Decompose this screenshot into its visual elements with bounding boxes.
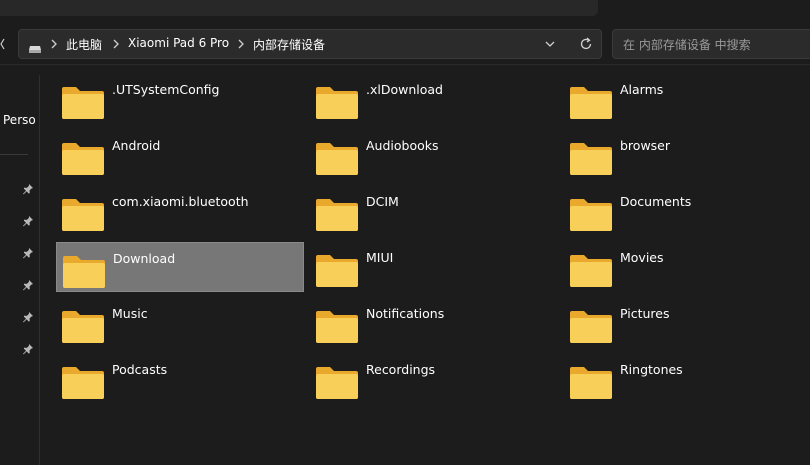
folder-icon [569,254,613,288]
breadcrumb-this-pc[interactable]: 此电脑 [66,36,102,53]
folder-icon [315,366,359,400]
folder-item[interactable]: Recordings [310,354,558,404]
folder-label: .xlDownload [366,82,443,97]
folder-item[interactable]: Pictures [564,298,810,348]
folder-icon [569,310,613,344]
folder-label: Alarms [620,82,664,97]
folder-label: Pictures [620,306,670,321]
address-bar[interactable]: 此电脑 Xiaomi Pad 6 Pro 内部存储设备 [18,29,602,59]
pin-icon [22,340,34,355]
folder-label: Android [112,138,161,153]
folder-item[interactable]: MIUI [310,242,558,292]
folder-label: .UTSystemConfig [112,82,220,97]
folder-label: Documents [620,194,692,209]
chevron-right-icon [49,36,59,52]
sidebar-divider [0,154,28,155]
folder-item[interactable]: .UTSystemConfig [56,74,304,124]
pin-icon [22,276,34,291]
title-bar [0,0,810,18]
folder-label: Download [113,251,176,266]
folder-label: Notifications [366,306,445,321]
folder-item[interactable]: com.xiaomi.bluetooth [56,186,304,236]
folder-icon [61,142,105,176]
folder-item[interactable]: Audiobooks [310,130,558,180]
folder-icon [315,198,359,232]
chevron-right-icon [236,36,246,52]
folder-icon [61,198,105,232]
search-input[interactable] [623,36,803,53]
folder-icon [569,366,613,400]
folder-icon [61,86,105,120]
folder-item[interactable]: Music [56,298,304,348]
folder-icon [315,142,359,176]
pin-icon [22,212,34,227]
folder-label: Audiobooks [366,138,439,153]
back-button-edge[interactable] [0,29,6,59]
folder-label: Ringtones [620,362,683,377]
folder-item[interactable]: Android [56,130,304,180]
folder-item[interactable]: Podcasts [56,354,304,404]
breadcrumb-internal-storage[interactable]: 内部存储设备 [253,36,325,53]
folder-icon [61,366,105,400]
pin-icon [22,308,34,323]
sidebar-item-label[interactable]: Perso [3,113,36,127]
folder-label: Movies [620,250,664,265]
folder-label: com.xiaomi.bluetooth [112,194,249,209]
folder-item[interactable]: Ringtones [564,354,810,404]
folder-icon [315,254,359,288]
folder-label: Music [112,306,148,321]
folder-item[interactable]: Alarms [564,74,810,124]
window-tab [0,0,598,16]
folder-label: Recordings [366,362,436,377]
folder-item[interactable]: browser [564,130,810,180]
folder-item[interactable]: Documents [564,186,810,236]
folder-icon [569,86,613,120]
sidebar-separator [39,75,40,465]
chevron-down-icon[interactable] [541,36,559,52]
folder-item[interactable]: Download [56,242,304,292]
folder-label: Podcasts [112,362,168,377]
pin-icon [22,180,34,195]
drive-icon [28,39,42,53]
folder-icon [61,310,105,344]
folder-item[interactable]: .xlDownload [310,74,558,124]
pin-icon [22,244,34,259]
folder-item[interactable]: Notifications [310,298,558,348]
folder-label: browser [620,138,671,153]
toolbar-divider [0,64,810,65]
folder-icon [569,198,613,232]
folder-icon [569,142,613,176]
refresh-icon[interactable] [577,36,595,52]
folder-label: MIUI [366,250,394,265]
chevron-right-icon [111,36,121,52]
breadcrumb-device[interactable]: Xiaomi Pad 6 Pro [128,36,229,50]
folder-item[interactable]: DCIM [310,186,558,236]
folder-item[interactable]: Movies [564,242,810,292]
folder-icon [315,86,359,120]
search-box[interactable] [612,29,810,59]
folder-icon [315,310,359,344]
folder-icon [62,255,106,289]
folder-label: DCIM [366,194,399,209]
